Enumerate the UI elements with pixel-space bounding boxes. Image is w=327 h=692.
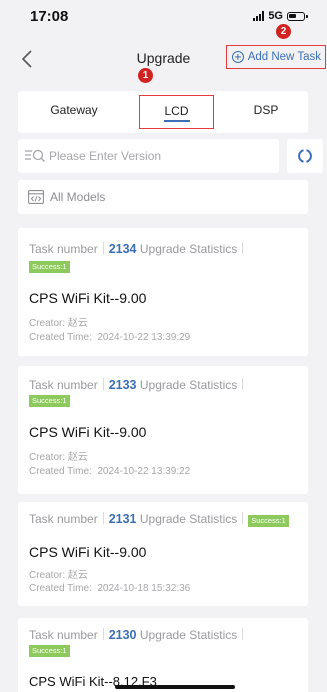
- status-time: 17:08: [30, 8, 69, 25]
- status-badge: Success:1: [29, 261, 70, 273]
- task-creator: Creator: 赵云: [29, 314, 88, 329]
- upgrade-statistics-link[interactable]: Upgrade Statistics: [140, 378, 237, 392]
- upgrade-statistics-link[interactable]: Upgrade Statistics: [140, 512, 237, 526]
- search-placeholder: Please Enter Version: [49, 149, 162, 163]
- created-time-value: 2024-10-22 13:39:22: [97, 466, 191, 477]
- task-number-label: Task number: [29, 242, 98, 256]
- upgrade-statistics-link[interactable]: Upgrade Statistics: [140, 242, 237, 256]
- creator-value: 赵云: [67, 318, 88, 329]
- home-indicator: [115, 685, 235, 689]
- task-created-time: Created Time: 2024-10-22 13:39:22: [29, 466, 190, 477]
- task-header: Task number 2134 Upgrade Statistics: [29, 242, 248, 256]
- creator-label: Creator:: [29, 570, 66, 581]
- status-badge: Success:1: [248, 515, 289, 527]
- task-number-value: 2133: [108, 378, 137, 392]
- task-name: CPS WiFi Kit--9.00: [29, 424, 147, 440]
- annotation-marker-1: 1: [138, 68, 153, 83]
- tab-dsp[interactable]: DSP: [224, 91, 308, 133]
- task-number-value: 2130: [108, 628, 137, 642]
- task-header: Task number 2131 Upgrade Statistics Succes…: [29, 512, 289, 527]
- created-time-label: Created Time:: [29, 332, 92, 343]
- network-label: 5G: [268, 10, 283, 22]
- tab-active-indicator: [164, 120, 190, 122]
- created-time-label: Created Time:: [29, 583, 92, 594]
- task-number-value: 2134: [108, 242, 137, 256]
- task-card[interactable]: Task number 2133 Upgrade Statistics Succe…: [18, 366, 308, 494]
- task-card[interactable]: Task number 2131 Upgrade Statistics Succes…: [18, 502, 308, 606]
- tab-gateway[interactable]: Gateway: [32, 91, 116, 133]
- task-creator: Creator: 赵云: [29, 448, 88, 463]
- task-creator: Creator: 赵云: [29, 566, 88, 581]
- status-badge: Success:1: [29, 395, 70, 407]
- tab-bar: Gateway LCD DSP: [18, 91, 308, 133]
- task-created-time: Created Time: 2024-10-22 13:39:29: [29, 332, 190, 343]
- refresh-icon: [298, 149, 312, 163]
- code-window-icon: [28, 190, 44, 204]
- task-header: Task number 2130 Upgrade Statistics: [29, 628, 248, 642]
- annotation-marker-2: 2: [276, 24, 291, 39]
- task-number-label: Task number: [29, 512, 98, 526]
- plus-circle-icon: [231, 51, 244, 63]
- upgrade-statistics-link[interactable]: Upgrade Statistics: [140, 628, 237, 642]
- status-indicators: 5G: [253, 10, 308, 22]
- status-badge: Success:1: [29, 645, 70, 657]
- creator-label: Creator:: [29, 318, 66, 329]
- model-filter-label: All Models: [50, 190, 106, 204]
- task-number-value: 2131: [108, 512, 137, 526]
- model-filter-select[interactable]: All Models: [18, 180, 308, 214]
- task-created-time: Created Time: 2024-10-18 15:32:36: [29, 583, 190, 594]
- nav-bar: Upgrade Add New Task: [0, 38, 327, 82]
- task-number-label: Task number: [29, 628, 98, 642]
- add-new-task-button[interactable]: Add New Task: [225, 45, 326, 69]
- creator-value: 赵云: [67, 452, 88, 463]
- task-name: CPS WiFi Kit--9.00: [29, 290, 147, 306]
- refresh-button[interactable]: [287, 139, 323, 173]
- created-time-label: Created Time:: [29, 466, 92, 477]
- version-search-input[interactable]: Please Enter Version: [18, 139, 279, 173]
- task-card[interactable]: Task number 2134 Upgrade Statistics Succe…: [18, 228, 308, 356]
- task-card[interactable]: Task number 2130 Upgrade Statistics Succe…: [18, 618, 308, 692]
- creator-label: Creator:: [29, 452, 66, 463]
- creator-value: 赵云: [67, 570, 88, 581]
- created-time-value: 2024-10-22 13:39:29: [97, 332, 191, 343]
- tab-lcd-label: LCD: [164, 104, 189, 118]
- task-number-label: Task number: [29, 378, 98, 392]
- filter-search-icon: [25, 149, 45, 162]
- task-name: CPS WiFi Kit--9.00: [29, 544, 147, 560]
- tab-lcd[interactable]: LCD: [139, 95, 214, 129]
- add-new-task-label: Add New Task: [247, 51, 321, 63]
- battery-icon: [287, 11, 308, 21]
- signal-icon: [253, 11, 265, 21]
- created-time-value: 2024-10-18 15:32:36: [97, 583, 191, 594]
- task-header: Task number 2133 Upgrade Statistics: [29, 378, 248, 392]
